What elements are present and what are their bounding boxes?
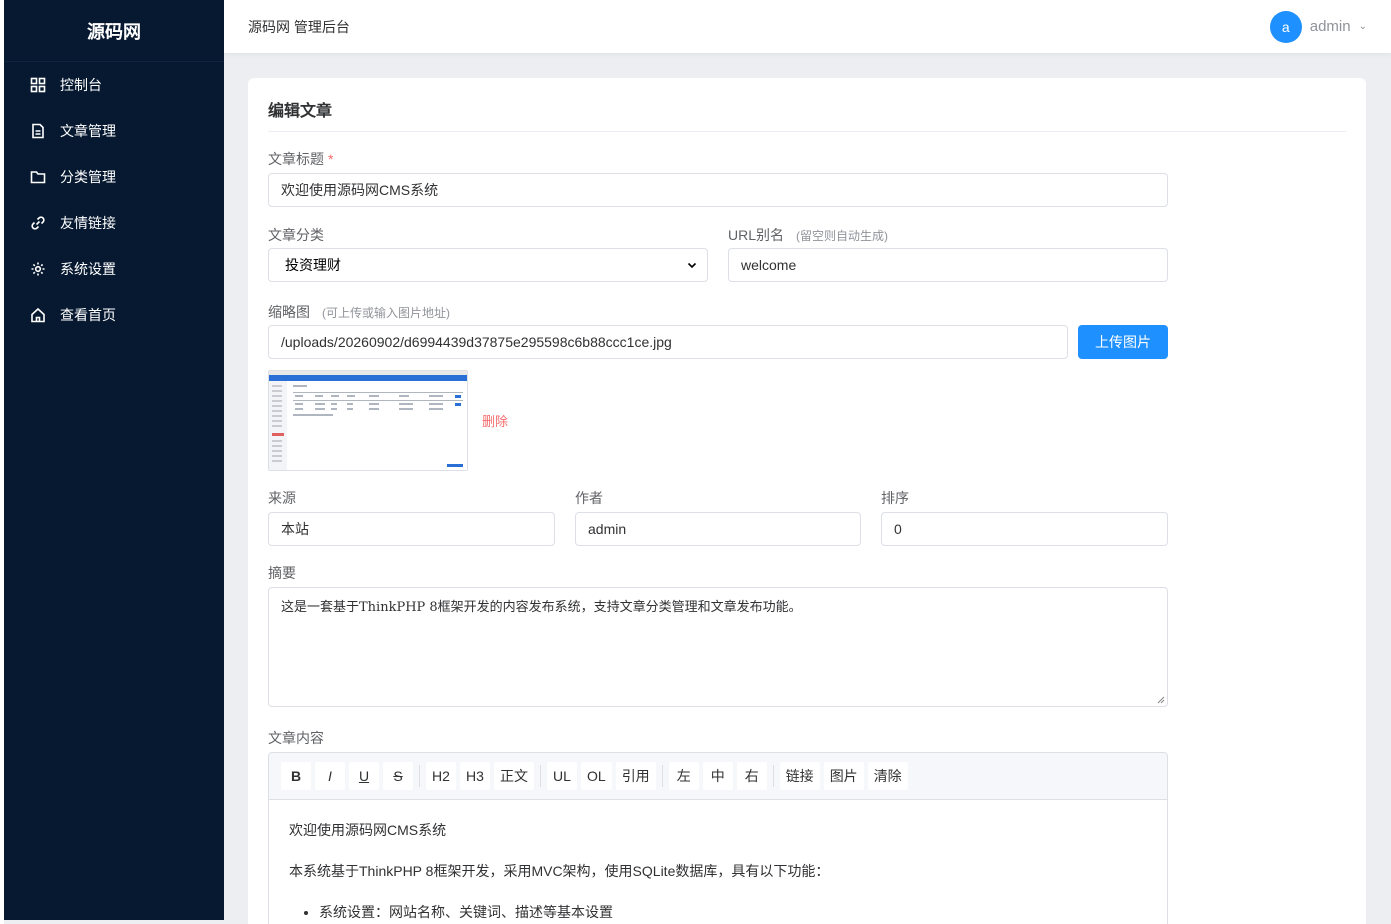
thumbnail-preview	[268, 370, 468, 471]
toolbar-divider	[772, 765, 774, 787]
thumb-label-text: 缩略图	[268, 304, 310, 320]
paragraph-button[interactable]: 正文	[494, 762, 534, 790]
sidebar-item-dashboard[interactable]: 控制台	[4, 62, 224, 108]
thumbnail-image	[269, 371, 467, 470]
user-menu[interactable]: a admin ⌄	[1269, 10, 1367, 43]
editor-paragraph: 本系统基于ThinkPHP 8框架开发，采用MVC架构，使用SQLite数据库，…	[289, 863, 830, 879]
align-right-button[interactable]: 右	[736, 762, 767, 790]
sidebar-item-label: 控制台	[60, 77, 102, 93]
slug-input[interactable]: welcome	[728, 248, 1168, 282]
gear-icon	[30, 261, 46, 277]
sort-label: 排序	[881, 490, 909, 506]
category-label: 文章分类	[268, 227, 324, 243]
chevron-down-icon	[687, 262, 697, 269]
delete-thumbnail-link[interactable]: 删除	[482, 411, 508, 430]
underline-button[interactable]: U	[349, 762, 379, 790]
insert-image-button[interactable]: 图片	[823, 762, 864, 790]
blockquote-button[interactable]: 引用	[615, 762, 656, 790]
sidebar-item-articles[interactable]: 文章管理	[4, 108, 224, 154]
title-input[interactable]: 欢迎使用源码网CMS系统	[268, 173, 1168, 207]
link-icon	[30, 215, 46, 231]
thumb-label: 缩略图 (可上传或输入图片地址)	[268, 302, 450, 322]
sidebar-item-label: 文章管理	[60, 123, 116, 139]
toolbar-divider	[540, 765, 541, 787]
header-title: 源码网 管理后台	[248, 18, 350, 35]
slug-hint: (留空则自动生成)	[796, 229, 889, 243]
document-icon	[30, 123, 46, 139]
chevron-down-icon[interactable]: ⌄	[1359, 21, 1367, 32]
category-selected-value: 投资理财	[285, 257, 341, 273]
top-header: 源码网 管理后台 a admin ⌄	[224, 0, 1391, 54]
summary-label: 摘要	[268, 565, 296, 581]
insert-link-button[interactable]: 链接	[779, 762, 820, 790]
thumb-url-input[interactable]: /uploads/20260902/d6994439d37875e295598c…	[268, 325, 1068, 359]
sidebar: 源码网 控制台 文章管理 分类管理 友情链接 系统设置 查看首页	[4, 0, 224, 920]
avatar[interactable]: a	[1269, 10, 1302, 43]
folder-icon	[30, 169, 46, 185]
sidebar-menu: 控制台 文章管理 分类管理 友情链接 系统设置 查看首页	[4, 62, 224, 338]
summary-text: 这是一套基于ThinkPHP 8框架开发的内容发布系统，支持文章分类管理和文章发…	[281, 600, 802, 615]
align-center-button[interactable]: 中	[702, 762, 733, 790]
category-select[interactable]: 投资理财	[268, 248, 708, 282]
editor-bullet-list: 系统设置：网站名称、关键词、描述等基本设置	[289, 902, 1147, 923]
slug-label: URL别名 (留空则自动生成)	[728, 225, 888, 245]
heading3-button[interactable]: H3	[460, 762, 490, 790]
dashboard-grid-icon	[30, 77, 46, 93]
list-item: 系统设置：网站名称、关键词、描述等基本设置	[319, 902, 1147, 923]
sidebar-item-links[interactable]: 友情链接	[4, 200, 224, 246]
sidebar-item-label: 系统设置	[60, 261, 116, 277]
clear-format-button[interactable]: 清除	[867, 762, 908, 790]
page-title: 编辑文章	[268, 78, 1346, 132]
source-label: 来源	[268, 490, 296, 506]
upload-image-button[interactable]: 上传图片	[1078, 325, 1168, 359]
toolbar-divider	[661, 765, 663, 787]
summary-textarea[interactable]: 这是一套基于ThinkPHP 8框架开发的内容发布系统，支持文章分类管理和文章发…	[268, 587, 1168, 707]
source-input[interactable]: 本站	[268, 512, 555, 546]
sidebar-logo: 源码网	[4, 0, 224, 62]
sidebar-item-settings[interactable]: 系统设置	[4, 246, 224, 292]
home-icon	[30, 307, 46, 323]
ordered-list-button[interactable]: OL	[581, 762, 612, 790]
slug-label-text: URL别名	[728, 227, 785, 243]
thumb-hint: (可上传或输入图片地址)	[322, 306, 450, 320]
align-left-button[interactable]: 左	[668, 762, 699, 790]
editor-toolbar: B I U S H2 H3 正文 UL OL 引用 左 中 右 链接 图片 清除	[269, 753, 1167, 800]
rich-text-editor: B I U S H2 H3 正文 UL OL 引用 左 中 右 链接 图片 清除…	[268, 752, 1168, 924]
sidebar-item-label: 查看首页	[60, 307, 116, 323]
heading2-button[interactable]: H2	[426, 762, 456, 790]
resize-handle-icon[interactable]	[1157, 696, 1165, 704]
editor-content-area[interactable]: 欢迎使用源码网CMS系统 本系统基于ThinkPHP 8框架开发，采用MVC架构…	[269, 800, 1167, 924]
editor-paragraph: 欢迎使用源码网CMS系统	[289, 822, 447, 838]
unordered-list-button[interactable]: UL	[547, 762, 577, 790]
author-label: 作者	[575, 490, 603, 506]
sidebar-item-categories[interactable]: 分类管理	[4, 154, 224, 200]
sidebar-item-label: 友情链接	[60, 215, 116, 231]
italic-button[interactable]: I	[315, 762, 345, 790]
strikethrough-button[interactable]: S	[383, 762, 413, 790]
author-input[interactable]: admin	[575, 512, 861, 546]
sidebar-item-label: 分类管理	[60, 169, 116, 185]
username[interactable]: admin	[1310, 18, 1351, 35]
required-mark: *	[328, 151, 334, 167]
sidebar-item-home[interactable]: 查看首页	[4, 292, 224, 338]
title-label-text: 文章标题	[268, 151, 324, 167]
sort-input[interactable]: 0	[881, 512, 1168, 546]
content-label: 文章内容	[268, 730, 324, 746]
toolbar-divider	[419, 765, 420, 787]
title-label: 文章标题 *	[268, 149, 333, 169]
bold-button[interactable]: B	[281, 762, 311, 790]
